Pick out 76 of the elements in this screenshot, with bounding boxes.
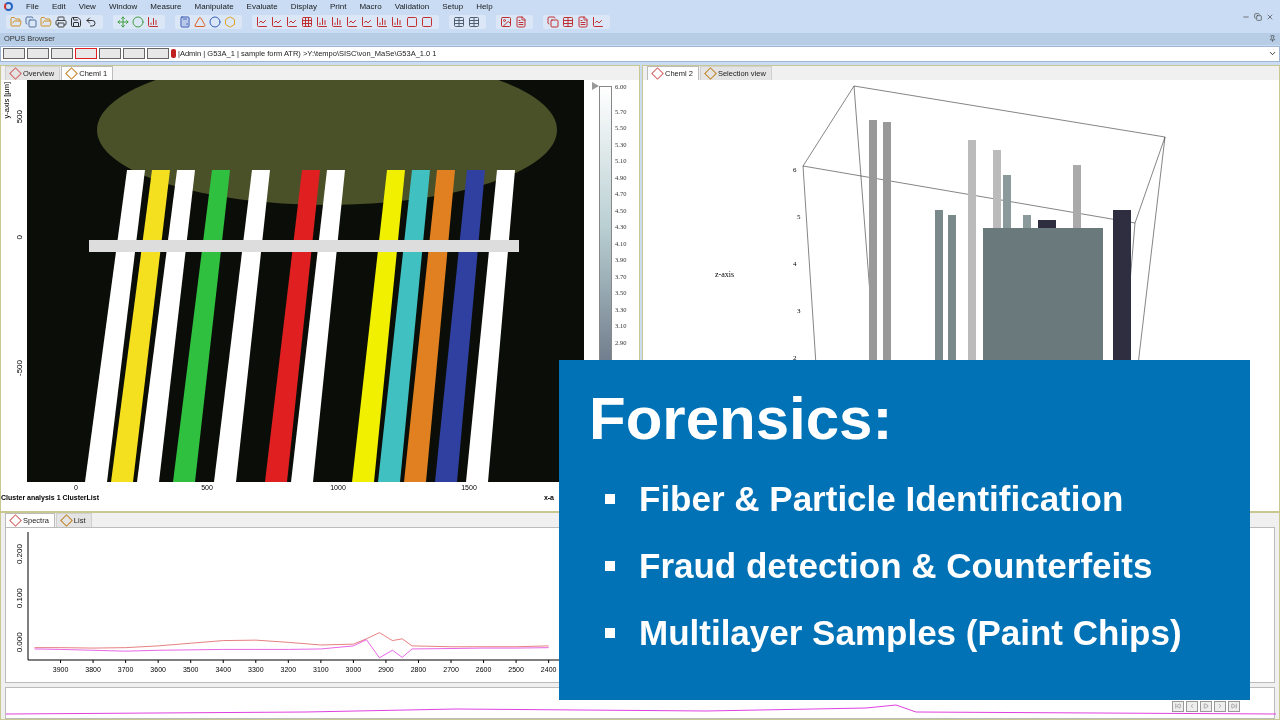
line-chart-icon[interactable] — [256, 16, 268, 29]
document-icon[interactable] — [577, 16, 589, 29]
toolbar-button[interactable] — [75, 48, 97, 60]
z-axis-label: z-axis — [715, 269, 735, 279]
close-icon[interactable] — [1266, 12, 1274, 21]
table-icon[interactable] — [562, 16, 574, 29]
bar-chart-icon[interactable] — [316, 16, 328, 29]
bullet-text: Multilayer Samples (Paint Chips) — [639, 612, 1182, 653]
bar-chart-icon[interactable] — [147, 16, 159, 29]
y-tick-label: 0.000 — [15, 632, 24, 653]
toolbar-button[interactable] — [123, 48, 145, 60]
printer-icon[interactable] — [55, 16, 67, 29]
menu-item[interactable]: View — [78, 2, 96, 11]
menu-item[interactable]: File — [26, 2, 39, 11]
restore-icon[interactable] — [1254, 12, 1262, 21]
menu-item[interactable]: Edit — [51, 2, 66, 11]
banner-title: Forensics: — [589, 384, 894, 453]
table-icon[interactable] — [468, 16, 480, 29]
document-icon[interactable] — [515, 16, 527, 29]
status-icon — [171, 49, 176, 59]
table-icon[interactable] — [453, 16, 465, 29]
menu-item[interactable]: Validation — [394, 2, 430, 11]
line-chart-icon[interactable] — [286, 16, 298, 29]
circle-icon[interactable] — [209, 16, 221, 29]
y-tick-label: 500 — [15, 109, 24, 124]
menu-item[interactable]: Window — [108, 2, 138, 11]
toolbar-button[interactable] — [147, 48, 169, 60]
bar-chart-icon[interactable] — [331, 16, 343, 29]
app-logo-icon — [4, 2, 13, 11]
line-chart-icon[interactable] — [592, 16, 604, 29]
nav-button[interactable] — [1214, 701, 1226, 712]
nav-button[interactable] — [1172, 701, 1184, 712]
bullet-icon — [605, 560, 615, 571]
copy-icon[interactable] — [25, 16, 37, 29]
menu-item[interactable]: Help — [476, 2, 493, 11]
toolbar-button[interactable] — [51, 48, 73, 60]
save-icon[interactable] — [70, 16, 82, 29]
y-tick-label: 0.100 — [15, 588, 24, 609]
y-tick-label: 0 — [15, 234, 24, 240]
line-chart-icon[interactable] — [346, 16, 358, 29]
menu-item[interactable]: Setup — [442, 2, 464, 11]
nav-button[interactable] — [1200, 701, 1212, 712]
square-icon[interactable] — [421, 16, 433, 29]
y-tick-label: 0.200 — [15, 544, 24, 565]
line-chart-icon[interactable] — [361, 16, 373, 29]
bullet-icon — [605, 493, 615, 504]
undo-icon[interactable] — [85, 16, 97, 29]
bullet-text: Fiber & Particle Identification — [639, 478, 1124, 519]
square-icon[interactable] — [406, 16, 418, 29]
menu-item[interactable]: Evaluate — [246, 2, 278, 11]
nav-arrow-icon — [1231, 703, 1237, 710]
toolbar-button[interactable] — [99, 48, 121, 60]
calculator-icon[interactable] — [179, 16, 191, 29]
menu-item[interactable]: Macro — [359, 2, 382, 11]
line-chart-icon[interactable] — [271, 16, 283, 29]
nav-arrow-icon — [1203, 703, 1209, 710]
menu-item[interactable]: Manipulate — [194, 2, 234, 11]
menu-item[interactable]: Print — [330, 2, 347, 11]
nav-arrow-icon — [1175, 703, 1181, 710]
nav-button[interactable] — [1186, 701, 1198, 712]
nav-button[interactable] — [1228, 701, 1240, 712]
menu-item[interactable]: Measure — [150, 2, 182, 11]
move-icon[interactable] — [117, 16, 129, 29]
grid-icon[interactable] — [301, 16, 313, 29]
copy-icon[interactable] — [547, 16, 559, 29]
toolbar-button[interactable] — [3, 48, 25, 60]
y-tick-label: -500 — [15, 359, 24, 376]
bar-chart-icon[interactable] — [391, 16, 403, 29]
toolbar-button[interactable] — [27, 48, 49, 60]
bullet-text: Fraud detection & Counterfeits — [639, 545, 1153, 586]
image-icon[interactable] — [500, 16, 512, 29]
triangle-icon[interactable] — [194, 16, 206, 29]
menu-item[interactable]: Display — [290, 2, 317, 11]
bullet-icon — [605, 627, 615, 638]
pin-icon[interactable] — [1269, 35, 1276, 43]
bar-chart-icon[interactable] — [376, 16, 388, 29]
